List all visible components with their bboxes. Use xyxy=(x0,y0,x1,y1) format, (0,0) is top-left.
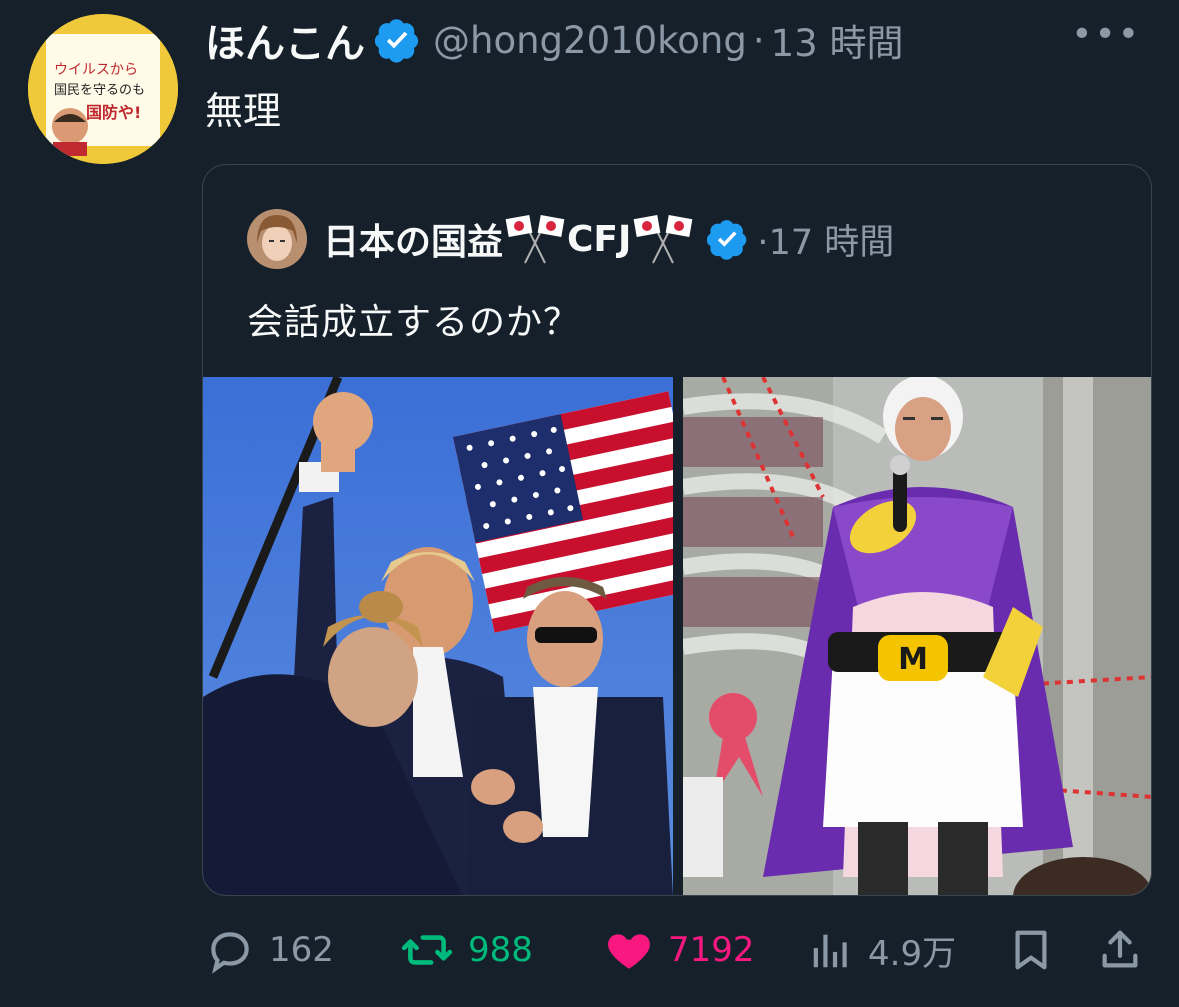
retweet-button[interactable]: 988 xyxy=(400,920,533,980)
retweet-icon xyxy=(401,935,453,965)
book-line-2: 国民を守るのも xyxy=(54,83,145,98)
post-time[interactable]: 13 時間 xyxy=(771,13,904,67)
share-icon xyxy=(1102,930,1138,968)
views-button[interactable]: 4.9万 xyxy=(808,920,956,980)
post-text: 無理 xyxy=(205,89,282,133)
reply-count: 162 xyxy=(269,930,334,970)
quoted-author-avatar[interactable] xyxy=(247,209,307,269)
quoted-time-value: 17 時間 xyxy=(768,222,895,263)
separator-dot: · xyxy=(757,222,769,263)
quoted-author-name-part2: CFJ xyxy=(567,218,632,260)
separator-dot: · xyxy=(752,18,765,62)
action-bar: 162 988 7192 4.9万 xyxy=(0,920,1179,980)
views-chart-icon xyxy=(813,934,847,968)
belt-logo: M xyxy=(898,642,928,677)
quoted-post[interactable]: 日本の国益 CFJ ·17 時間 会話成立するのか？ M xyxy=(202,164,1152,896)
views-count: 4.9万 xyxy=(868,933,957,974)
quoted-photo-costume[interactable]: M xyxy=(683,377,1151,895)
author-name[interactable]: ほんこん xyxy=(205,11,365,69)
bookmark-icon xyxy=(1015,930,1047,970)
more-horizontal-icon[interactable]: ••• xyxy=(1071,14,1141,55)
quoted-post-header: 日本の国益 CFJ ·17 時間 xyxy=(247,209,894,269)
reply-icon xyxy=(211,932,249,974)
like-button[interactable]: 7192 xyxy=(604,920,755,980)
retweet-count: 988 xyxy=(468,930,533,970)
author-avatar[interactable]: ウイルスから 国民を守るのも 国防や! xyxy=(28,14,178,164)
author-handle[interactable]: @hong2010kong xyxy=(433,19,747,62)
quoted-post-time[interactable]: ·17 時間 xyxy=(757,214,894,265)
quoted-author-name-part1: 日本の国益 xyxy=(323,222,504,263)
quoted-author-name[interactable]: 日本の国益 CFJ xyxy=(323,213,695,265)
book-line-3: 国防や! xyxy=(86,103,141,122)
like-count: 7192 xyxy=(668,930,755,970)
crossed-flags-icon xyxy=(505,215,565,264)
verified-badge-icon xyxy=(375,19,419,63)
book-line-1: ウイルスから xyxy=(54,62,138,78)
quoted-post-text: 会話成立するのか？ xyxy=(247,302,581,343)
bookmark-button[interactable] xyxy=(1008,920,1068,980)
reply-button[interactable]: 162 xyxy=(205,920,334,980)
heart-icon xyxy=(608,934,650,969)
crossed-flags-icon xyxy=(634,215,693,264)
quoted-photo-rally[interactable] xyxy=(203,377,673,895)
post-header: ほんこん @hong2010kong · 13 時間 xyxy=(205,8,903,72)
verified-badge-icon xyxy=(707,220,747,260)
share-button[interactable] xyxy=(1097,920,1157,980)
post[interactable]: ウイルスから 国民を守るのも 国防や! ほんこん @hong2010kong ·… xyxy=(0,0,1179,1007)
